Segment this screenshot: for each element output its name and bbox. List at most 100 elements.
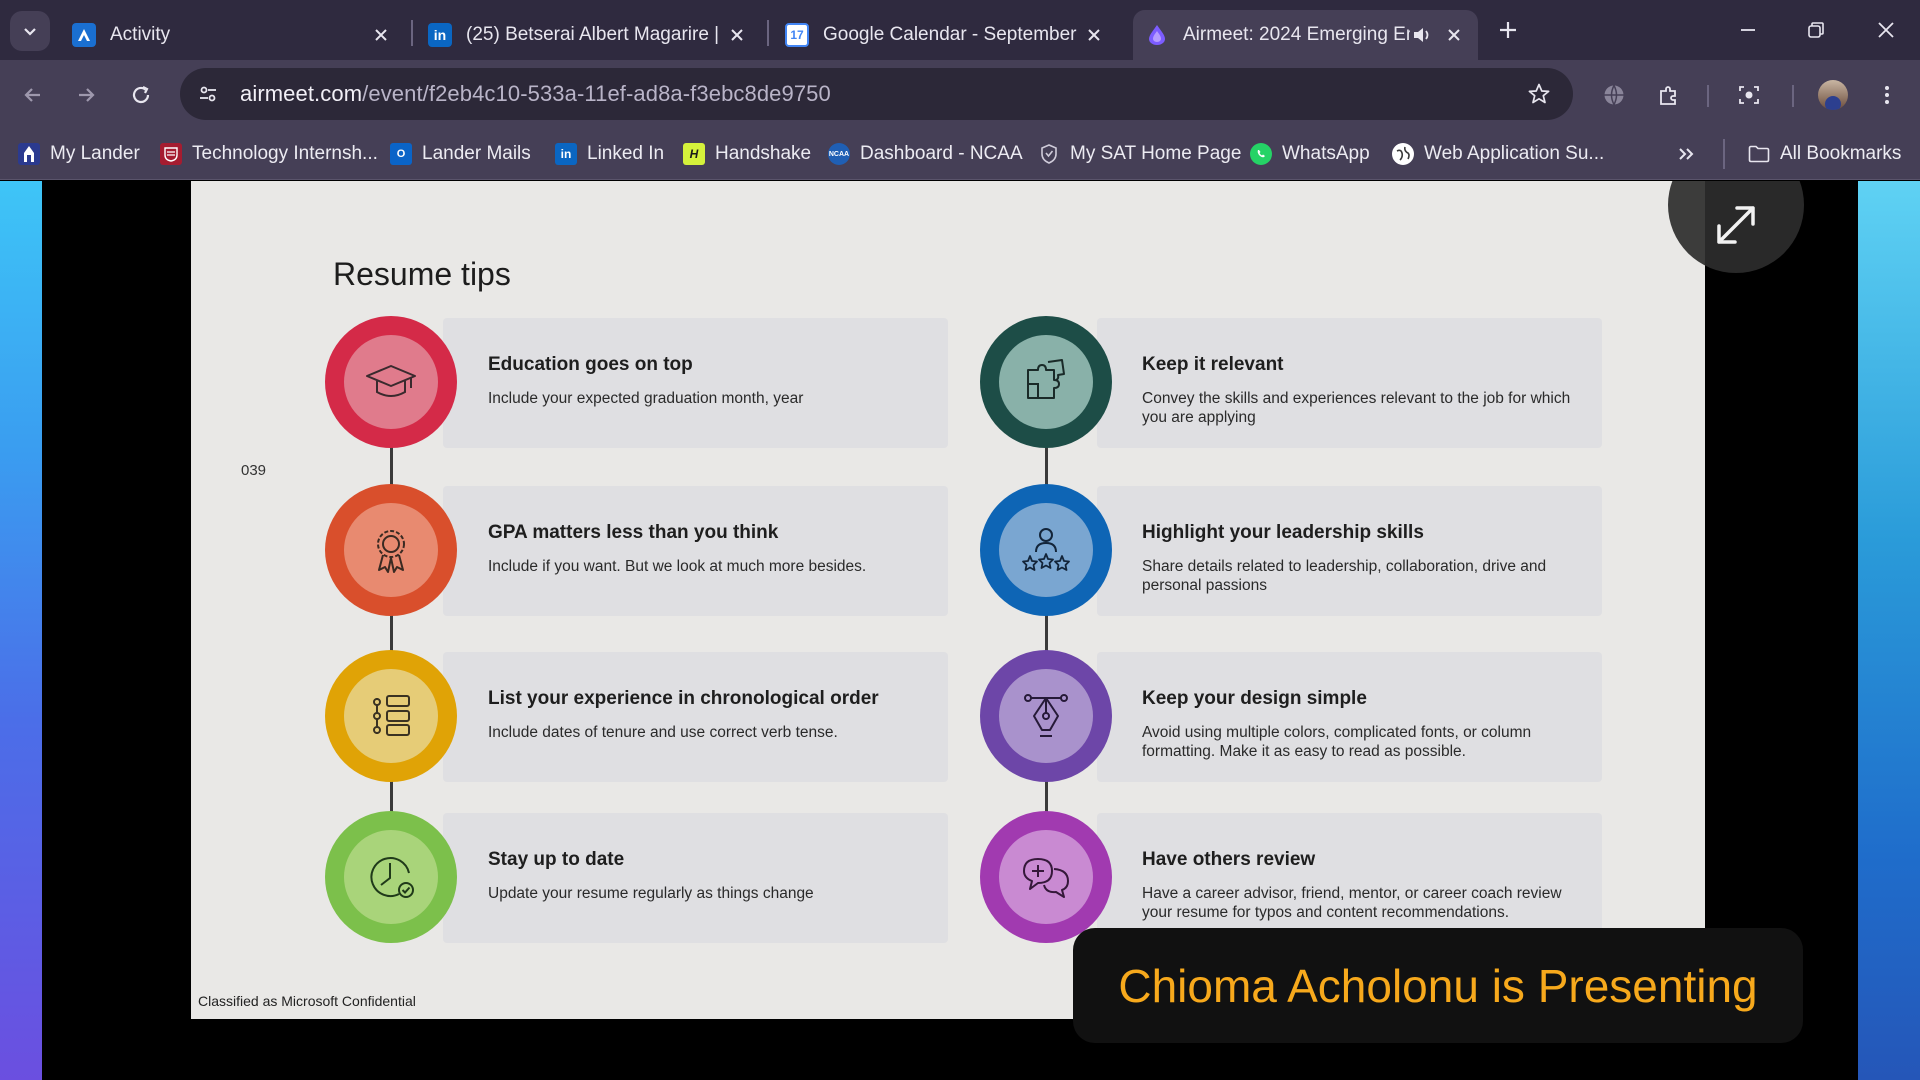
outlook-icon: O bbox=[390, 143, 412, 165]
bookmark-whatsapp[interactable]: WhatsApp bbox=[1250, 138, 1370, 170]
restore-button[interactable] bbox=[1786, 10, 1846, 50]
tip-description: Convey the skills and experiences releva… bbox=[1142, 390, 1571, 426]
bookmarks-bar: My Lander Technology Internsh... O Lande… bbox=[0, 128, 1920, 180]
url-path: /event/f2eb4c10-533a-11ef-ad8a-f3ebc8de9… bbox=[362, 81, 831, 106]
tip-badge bbox=[325, 484, 457, 616]
bookmark-handshake[interactable]: H Handshake bbox=[683, 138, 811, 170]
lander-icon bbox=[18, 143, 40, 165]
presenter-banner: Chioma Acholonu is Presenting bbox=[1073, 928, 1803, 1043]
tip-description: Have a career advisor, friend, mentor, o… bbox=[1142, 885, 1562, 921]
all-bookmarks-button[interactable]: All Bookmarks bbox=[1748, 138, 1901, 170]
tip-badge bbox=[325, 316, 457, 448]
tip-title: List your experience in chronological or… bbox=[488, 688, 879, 709]
browser-toolbar: airmeet.com/event/f2eb4c10-533a-11ef-ad8… bbox=[0, 60, 1920, 128]
bookmark-label: Linked In bbox=[587, 143, 665, 164]
tip-description: Avoid using multiple colors, complicated… bbox=[1142, 724, 1532, 760]
stage-right-gradient bbox=[1858, 181, 1920, 1080]
toolbar-divider bbox=[1792, 85, 1794, 107]
bookmark-web-application[interactable]: Web Application Su... bbox=[1392, 138, 1604, 170]
slide-page-number: 039 bbox=[241, 462, 267, 479]
tab-label: Google Calendar - September 2 bbox=[823, 24, 1082, 45]
bookmark-label: Technology Internsh... bbox=[192, 143, 378, 164]
award-ribbon-icon bbox=[344, 503, 438, 597]
toolbar-divider bbox=[1707, 85, 1709, 107]
plus-icon bbox=[1500, 22, 1516, 38]
tip-badge bbox=[325, 650, 457, 782]
close-icon[interactable] bbox=[369, 23, 393, 47]
harvard-icon bbox=[160, 143, 182, 165]
address-bar[interactable]: airmeet.com/event/f2eb4c10-533a-11ef-ad8… bbox=[180, 68, 1573, 120]
more-bookmarks-button[interactable] bbox=[1677, 138, 1695, 170]
bookmark-technology-internships[interactable]: Technology Internsh... bbox=[160, 138, 378, 170]
bookmark-linked-in[interactable]: in Linked In bbox=[555, 138, 664, 170]
tip-title: Keep your design simple bbox=[1142, 688, 1367, 709]
translate-icon[interactable] bbox=[1594, 75, 1634, 115]
presentation-slide: Resume tips 039 Education goes on top In… bbox=[191, 181, 1705, 1019]
back-button[interactable] bbox=[13, 75, 53, 115]
tip-badge bbox=[980, 650, 1112, 782]
slide-title: Resume tips bbox=[333, 256, 511, 292]
site-settings-icon[interactable] bbox=[188, 74, 228, 114]
restore-icon bbox=[1808, 22, 1824, 38]
tip-description: Include if you want. But we look at much… bbox=[488, 558, 867, 575]
bookmark-label: My Lander bbox=[50, 143, 140, 164]
calendar-icon: 17 bbox=[785, 23, 809, 47]
tip-badge bbox=[980, 484, 1112, 616]
tab-separator bbox=[767, 20, 769, 46]
chat-bubbles-icon bbox=[999, 830, 1093, 924]
tab-airmeet[interactable]: Airmeet: 2024 Emerging Eng bbox=[1133, 10, 1478, 60]
close-icon[interactable] bbox=[1442, 23, 1466, 47]
stage-left-gradient bbox=[0, 181, 42, 1080]
bookmark-star-icon[interactable] bbox=[1523, 78, 1555, 110]
arrow-right-icon bbox=[79, 88, 95, 102]
tab-label: Activity bbox=[110, 24, 171, 45]
shield-icon bbox=[1038, 143, 1060, 165]
tab-calendar[interactable]: 17 Google Calendar - September 2 bbox=[773, 10, 1118, 60]
pen-nib-icon bbox=[999, 669, 1093, 763]
new-tab-button[interactable] bbox=[1478, 10, 1538, 50]
bookmark-dashboard-ncaa[interactable]: NCAA Dashboard - NCAA bbox=[828, 138, 1023, 170]
bookmark-my-lander[interactable]: My Lander bbox=[18, 138, 140, 170]
tip-title: GPA matters less than you think bbox=[488, 522, 779, 543]
screen-capture-icon[interactable] bbox=[1729, 75, 1769, 115]
close-icon[interactable] bbox=[1082, 23, 1106, 47]
tip-description: Update your resume regularly as things c… bbox=[488, 885, 814, 902]
bookmark-label: All Bookmarks bbox=[1780, 143, 1902, 164]
tip-card: Keep your design simple Avoid using mult… bbox=[1097, 652, 1602, 782]
airmeet-stage: Resume tips 039 Education goes on top In… bbox=[0, 181, 1920, 1080]
tab-search-button[interactable] bbox=[10, 11, 50, 51]
tip-description: Include your expected graduation month, … bbox=[488, 390, 804, 407]
minimize-button[interactable] bbox=[1718, 10, 1778, 50]
reload-button[interactable] bbox=[121, 75, 161, 115]
linkedin-icon: in bbox=[428, 23, 452, 47]
bookmark-label: My SAT Home Page bbox=[1070, 143, 1242, 164]
extensions-icon[interactable] bbox=[1649, 75, 1689, 115]
bookmark-lander-mails[interactable]: O Lander Mails bbox=[390, 138, 531, 170]
forward-button[interactable] bbox=[66, 75, 106, 115]
linkedin-icon: in bbox=[555, 143, 577, 165]
bookmark-label: Handshake bbox=[715, 143, 812, 164]
tip-title: Have others review bbox=[1142, 849, 1316, 870]
close-window-button[interactable] bbox=[1856, 10, 1916, 50]
puzzle-icon bbox=[999, 335, 1093, 429]
timeline-list-icon bbox=[344, 669, 438, 763]
bookmark-my-sat-home-page[interactable]: My SAT Home Page bbox=[1038, 138, 1241, 170]
minimize-icon bbox=[1741, 29, 1755, 31]
menu-kebab-icon[interactable] bbox=[1867, 75, 1907, 115]
tip-card: Have others review Have a career advisor… bbox=[1097, 813, 1602, 943]
airmeet-icon bbox=[1145, 23, 1169, 47]
chevron-down-icon bbox=[24, 28, 36, 36]
tab-activity[interactable]: Activity bbox=[60, 10, 405, 60]
tip-card: Keep it relevant Convey the skills and e… bbox=[1097, 318, 1602, 448]
tab-linkedin[interactable]: in (25) Betserai Albert Magarire | L bbox=[416, 10, 761, 60]
arrow-left-icon bbox=[24, 88, 40, 102]
tab-strip: Activity in (25) Betserai Albert Magarir… bbox=[0, 0, 1920, 60]
close-icon[interactable] bbox=[725, 23, 749, 47]
ncaa-icon: NCAA bbox=[828, 143, 850, 165]
tab-label: (25) Betserai Albert Magarire | L bbox=[466, 24, 725, 45]
close-icon bbox=[1878, 22, 1894, 38]
speaker-icon[interactable] bbox=[1410, 23, 1434, 47]
folder-icon bbox=[1748, 143, 1770, 165]
tip-card: Education goes on top Include your expec… bbox=[443, 318, 948, 448]
profile-avatar[interactable] bbox=[1818, 80, 1848, 110]
